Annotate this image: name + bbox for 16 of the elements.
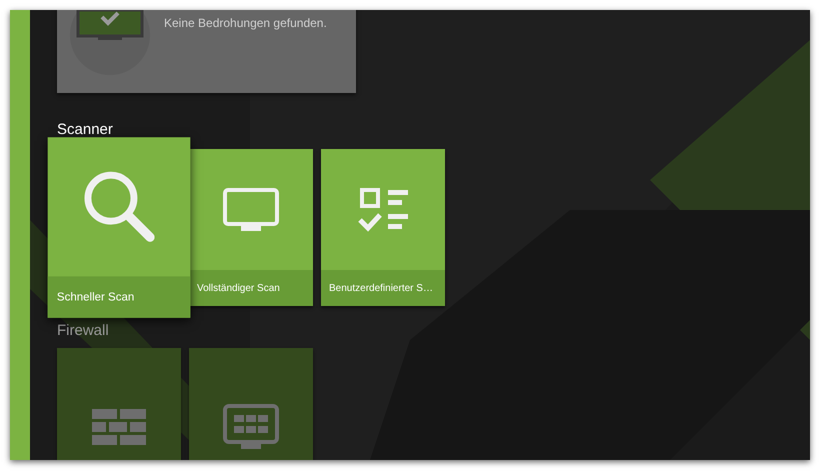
brick-wall-icon [92, 408, 146, 444]
scan-tile[interactable] [57, 348, 181, 460]
tile-label: Benutzerdefinierter S… [321, 270, 445, 306]
tile-label: Vollständiger Scan [189, 270, 313, 306]
scan-tile[interactable] [189, 348, 313, 460]
section-heading: Firewall [57, 322, 110, 340]
monitor-grid-icon [223, 404, 279, 450]
section-heading: Scanner [57, 121, 114, 139]
monitor-icon [223, 188, 279, 232]
search-icon [83, 170, 155, 244]
scan-tile[interactable]: Schneller Scan [48, 137, 190, 318]
tile-label: Schneller Scan [48, 276, 190, 318]
status-subtitle: Keine Bedrohungen gefunden. [164, 15, 327, 32]
scan-tile[interactable]: Benutzerdefinierter S… [321, 149, 445, 306]
scan-tile[interactable]: Vollständiger Scan [189, 149, 313, 306]
checklist-icon [358, 188, 408, 232]
